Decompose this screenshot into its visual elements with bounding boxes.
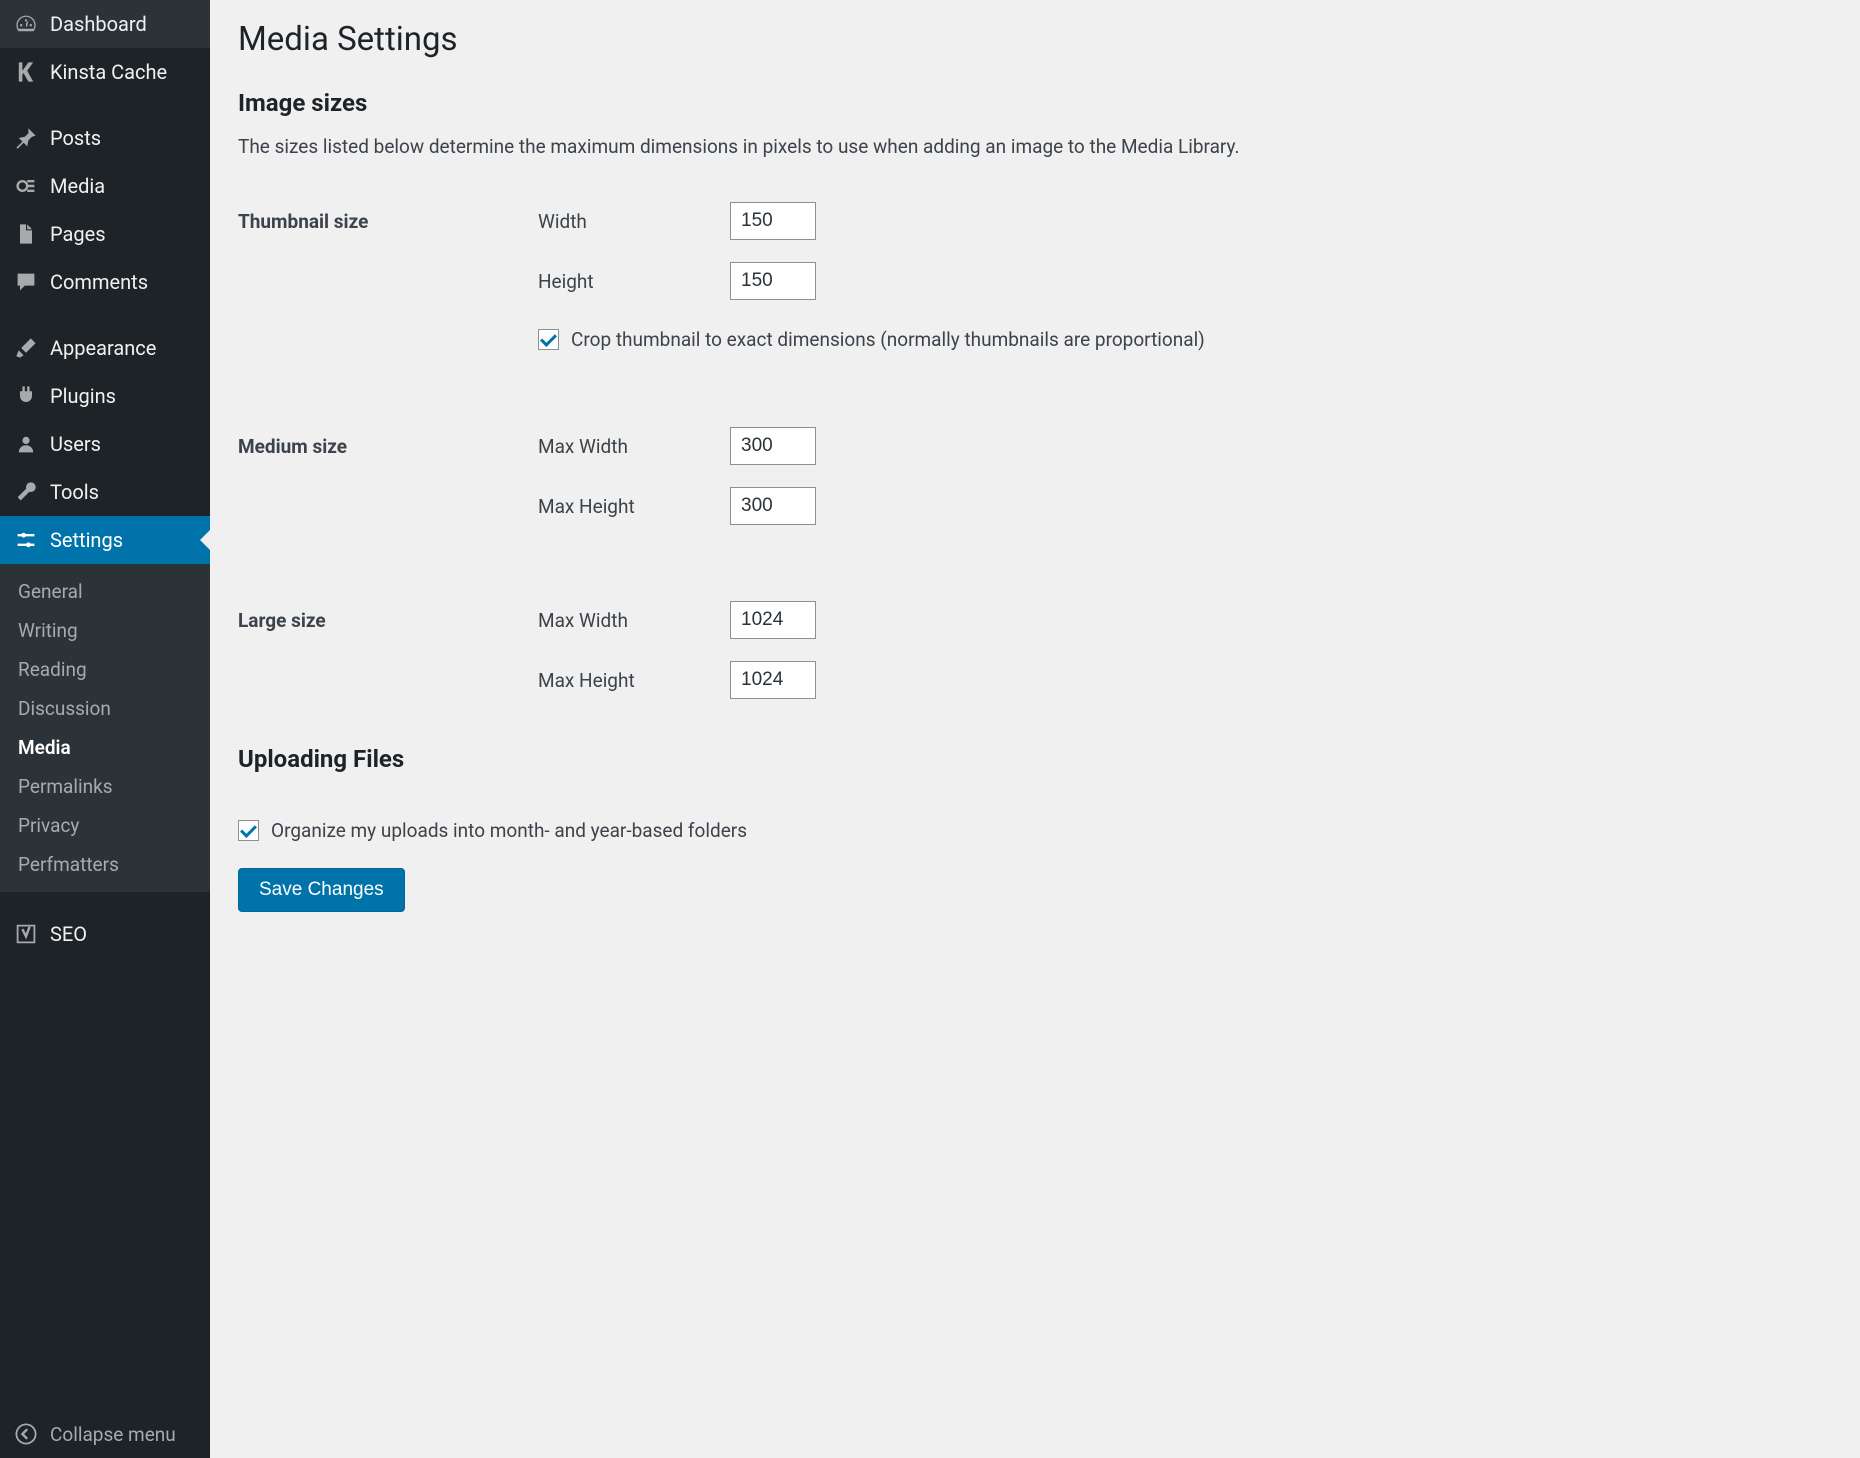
thumbnail-crop-checkbox[interactable] xyxy=(538,329,559,350)
page-title: Media Settings xyxy=(238,20,1832,59)
sidebar-item-kinsta-cache[interactable]: Kinsta Cache xyxy=(0,48,210,96)
settings-sliders-icon xyxy=(14,528,38,552)
large-size-label: Large size xyxy=(238,587,528,713)
save-changes-button[interactable]: Save Changes xyxy=(238,868,405,912)
sidebar-item-label: Dashboard xyxy=(50,12,147,36)
submenu-writing[interactable]: Writing xyxy=(0,611,210,650)
submenu-discussion[interactable]: Discussion xyxy=(0,689,210,728)
sidebar-item-label: Plugins xyxy=(50,384,116,408)
media-icon xyxy=(14,174,38,198)
admin-sidebar: Dashboard Kinsta Cache Posts Media Pages… xyxy=(0,0,210,1458)
large-height-label: Max Height xyxy=(538,669,730,692)
thumbnail-crop-label[interactable]: Crop thumbnail to exact dimensions (norm… xyxy=(571,328,1205,351)
sidebar-item-label: Comments xyxy=(50,270,148,294)
sidebar-item-dashboard[interactable]: Dashboard xyxy=(0,0,210,48)
sidebar-item-seo[interactable]: SEO xyxy=(0,910,210,958)
thumbnail-size-label: Thumbnail size xyxy=(238,188,528,365)
dashboard-icon xyxy=(14,12,38,36)
pin-icon xyxy=(14,126,38,150)
sidebar-item-label: Settings xyxy=(50,528,123,552)
large-width-label: Max Width xyxy=(538,609,730,632)
medium-height-input[interactable] xyxy=(730,487,816,525)
sidebar-item-tools[interactable]: Tools xyxy=(0,468,210,516)
collapse-label: Collapse menu xyxy=(50,1423,176,1446)
sidebar-item-appearance[interactable]: Appearance xyxy=(0,324,210,372)
section-uploading-files: Uploading Files xyxy=(238,745,1832,773)
medium-size-label: Medium size xyxy=(238,413,528,539)
thumbnail-width-input[interactable] xyxy=(730,202,816,240)
medium-width-label: Max Width xyxy=(538,435,730,458)
large-width-input[interactable] xyxy=(730,601,816,639)
thumbnail-width-label: Width xyxy=(538,210,730,233)
thumbnail-height-input[interactable] xyxy=(730,262,816,300)
sidebar-item-label: Posts xyxy=(50,126,101,150)
medium-height-label: Max Height xyxy=(538,495,730,518)
sidebar-item-label: SEO xyxy=(50,922,87,946)
sidebar-item-label: Users xyxy=(50,432,101,456)
submenu-perfmatters[interactable]: Perfmatters xyxy=(0,845,210,884)
organize-uploads-label[interactable]: Organize my uploads into month- and year… xyxy=(271,819,747,842)
medium-width-input[interactable] xyxy=(730,427,816,465)
submenu-reading[interactable]: Reading xyxy=(0,650,210,689)
sidebar-item-media[interactable]: Media xyxy=(0,162,210,210)
wrench-icon xyxy=(14,480,38,504)
sidebar-item-label: Tools xyxy=(50,480,99,504)
main-content: Media Settings Image sizes The sizes lis… xyxy=(210,0,1860,1458)
submenu-permalinks[interactable]: Permalinks xyxy=(0,767,210,806)
sidebar-item-settings[interactable]: Settings xyxy=(0,516,210,564)
submenu-general[interactable]: General xyxy=(0,572,210,611)
submenu-privacy[interactable]: Privacy xyxy=(0,806,210,845)
collapse-icon xyxy=(14,1422,38,1446)
thumbnail-height-label: Height xyxy=(538,270,730,293)
pages-icon xyxy=(14,222,38,246)
sidebar-item-pages[interactable]: Pages xyxy=(0,210,210,258)
sidebar-item-label: Kinsta Cache xyxy=(50,60,167,84)
sidebar-item-label: Media xyxy=(50,174,105,198)
yoast-icon xyxy=(14,922,38,946)
sidebar-item-posts[interactable]: Posts xyxy=(0,114,210,162)
users-icon xyxy=(14,432,38,456)
plug-icon xyxy=(14,384,38,408)
sidebar-item-users[interactable]: Users xyxy=(0,420,210,468)
sidebar-item-plugins[interactable]: Plugins xyxy=(0,372,210,420)
settings-submenu: General Writing Reading Discussion Media… xyxy=(0,564,210,892)
organize-uploads-checkbox[interactable] xyxy=(238,820,259,841)
brush-icon xyxy=(14,336,38,360)
sidebar-item-label: Appearance xyxy=(50,336,156,360)
comments-icon xyxy=(14,270,38,294)
sidebar-item-label: Pages xyxy=(50,222,106,246)
collapse-menu-button[interactable]: Collapse menu xyxy=(0,1410,210,1458)
kinsta-icon xyxy=(14,60,38,84)
large-height-input[interactable] xyxy=(730,661,816,699)
submenu-media[interactable]: Media xyxy=(0,728,210,767)
section-image-sizes: Image sizes xyxy=(238,89,1832,117)
sidebar-item-comments[interactable]: Comments xyxy=(0,258,210,306)
image-sizes-description: The sizes listed below determine the max… xyxy=(238,135,1832,158)
